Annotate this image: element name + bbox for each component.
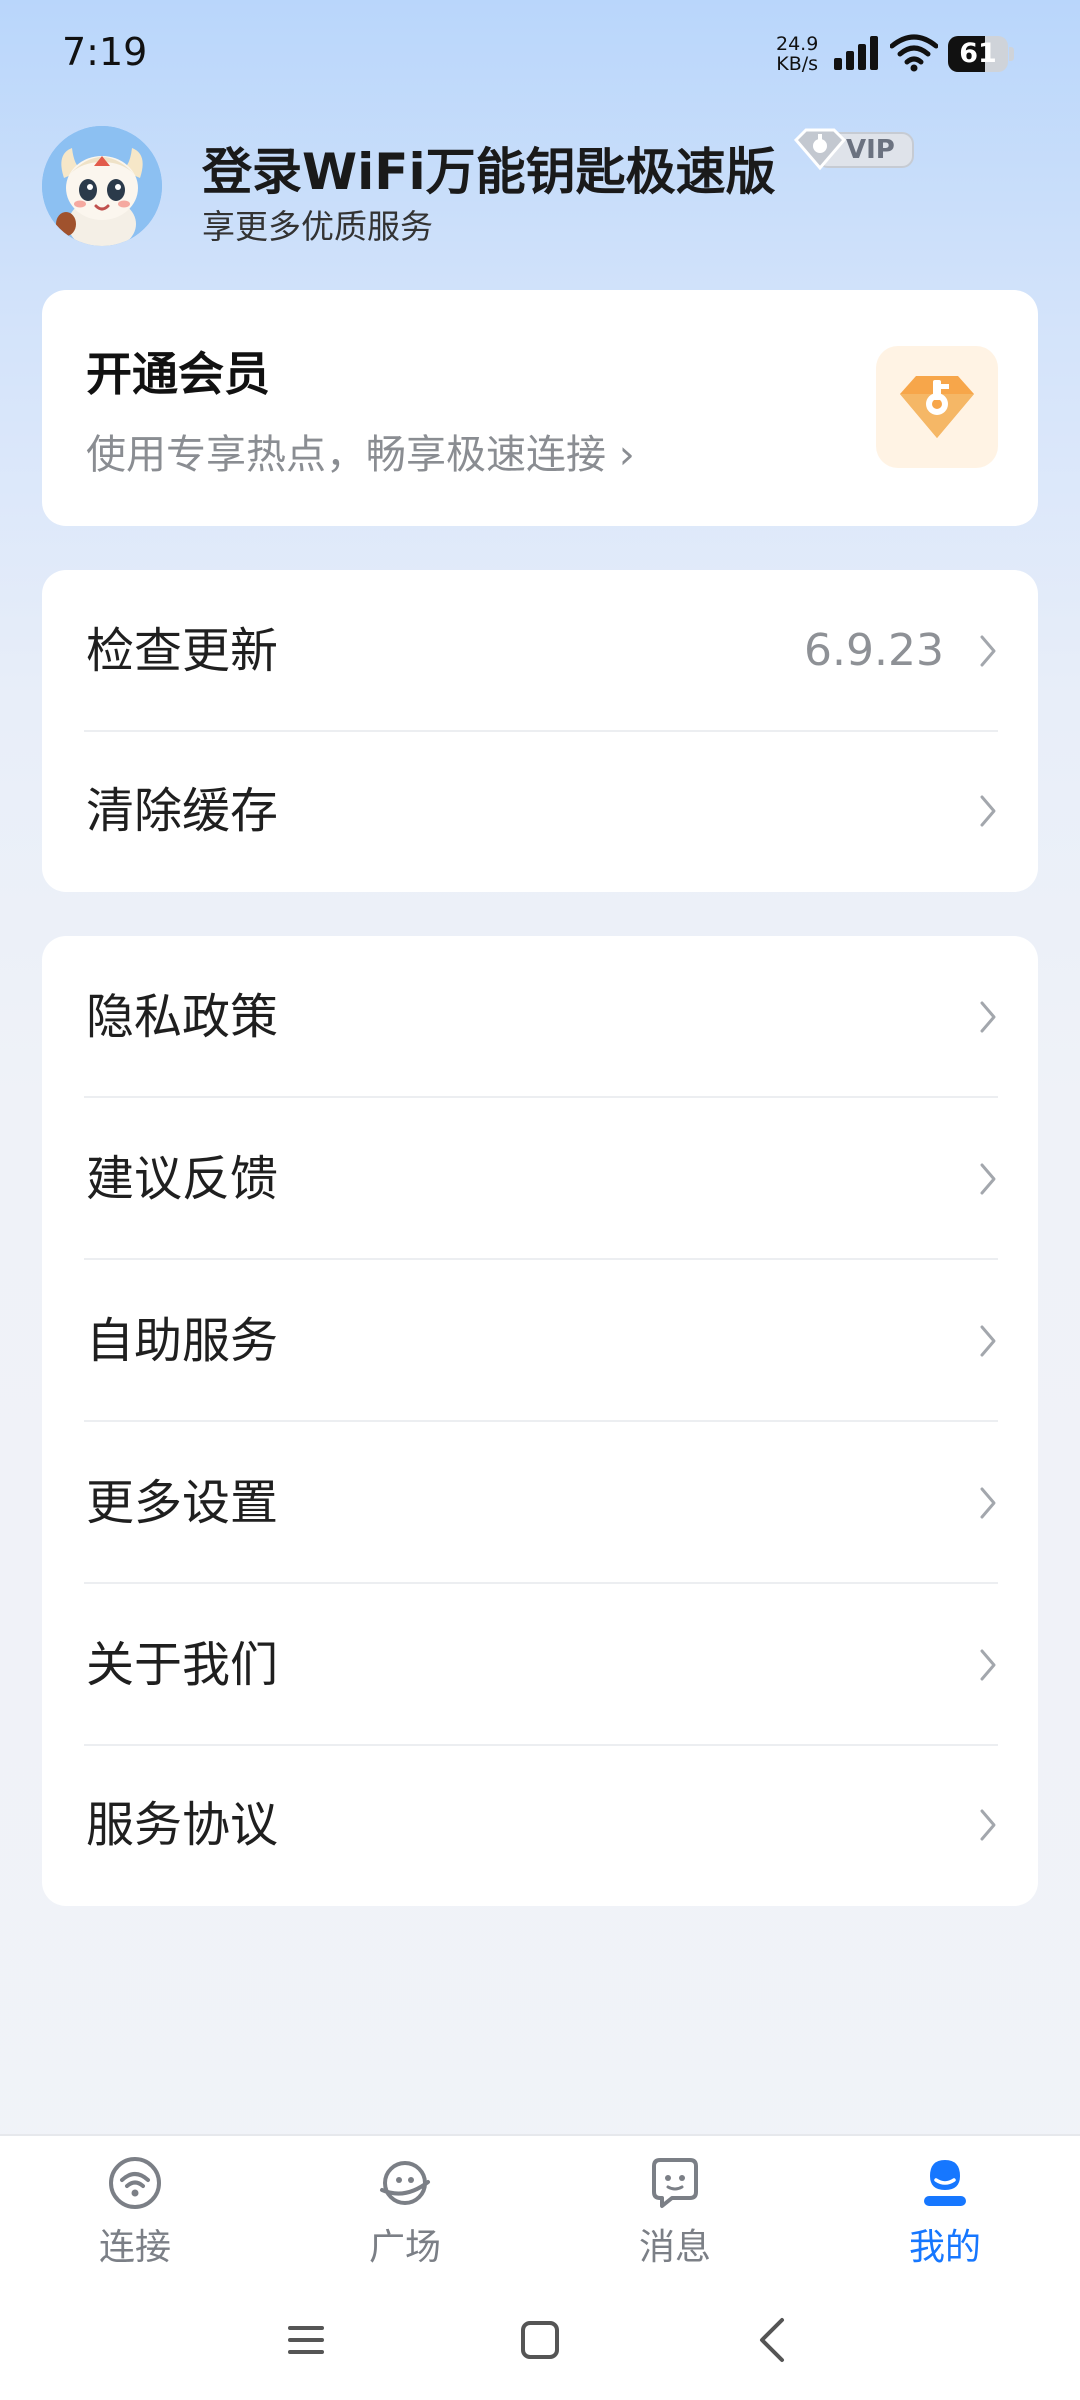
chevron-right-icon xyxy=(980,1001,996,1033)
wifi-status-icon xyxy=(890,34,938,72)
battery-indicator: 61 xyxy=(948,36,1014,72)
about-us-row[interactable]: 关于我们 xyxy=(42,1584,1038,1746)
home-icon[interactable] xyxy=(512,2312,568,2368)
tab-connect-label: 连接 xyxy=(98,2227,171,2268)
service-agreement-row[interactable]: 服务协议 xyxy=(42,1744,1038,1906)
chevron-right-icon xyxy=(980,1809,996,1841)
service-agreement-label: 服务协议 xyxy=(86,1797,279,1853)
tab-connect[interactable]: 连接 xyxy=(0,2146,270,2276)
bottom-tab-bar: 连接 广场 消息 我的 xyxy=(0,2134,1080,2276)
avatar[interactable] xyxy=(42,126,162,246)
network-speed-value: 24.9 xyxy=(776,33,819,55)
privacy-policy-row[interactable]: 隐私政策 xyxy=(42,936,1038,1098)
settings-group-1: 检查更新 6.9.23 清除缓存 xyxy=(42,570,1038,892)
chevron-right-icon xyxy=(980,1163,996,1195)
clear-cache-row[interactable]: 清除缓存 xyxy=(42,730,1038,892)
membership-title: 开通会员 xyxy=(86,347,270,401)
profile-header[interactable]: 登录WiFi万能钥匙极速版 VIP 享更多优质服务 xyxy=(0,120,1080,250)
membership-card[interactable]: 开通会员 使用专享热点，畅享极速连接 › xyxy=(42,290,1038,526)
self-service-label: 自助服务 xyxy=(86,1313,279,1369)
feedback-label: 建议反馈 xyxy=(86,1151,279,1207)
status-bar: 7:19 24.9 KB/s 61 xyxy=(0,0,1080,104)
system-navigation-bar xyxy=(0,2276,1080,2400)
profile-icon xyxy=(924,2160,966,2206)
diamond-key-icon xyxy=(793,128,847,171)
check-update-label: 检查更新 xyxy=(86,623,279,679)
message-icon xyxy=(652,2158,698,2208)
tab-mine-label: 我的 xyxy=(908,2227,981,2268)
login-title[interactable]: 登录WiFi万能钥匙极速版 xyxy=(202,132,776,204)
chevron-right-icon xyxy=(980,635,996,667)
battery-level: 61 xyxy=(959,38,997,69)
more-settings-label: 更多设置 xyxy=(86,1475,279,1531)
network-speed-unit: KB/s xyxy=(776,53,819,75)
self-service-row[interactable]: 自助服务 xyxy=(42,1260,1038,1422)
chevron-right-icon xyxy=(980,795,996,827)
clear-cache-label: 清除缓存 xyxy=(86,783,279,839)
tab-messages[interactable]: 消息 xyxy=(540,2146,810,2276)
plaza-icon xyxy=(380,2161,430,2205)
chevron-right-icon xyxy=(980,1325,996,1357)
membership-description[interactable]: 使用专享热点，畅享极速连接 › xyxy=(86,422,635,480)
check-update-row[interactable]: 检查更新 6.9.23 xyxy=(42,570,1038,732)
app-version-value: 6.9.23 xyxy=(804,625,944,676)
network-speed: 24.9 KB/s xyxy=(776,34,818,74)
chevron-right-icon xyxy=(980,1649,996,1681)
membership-diamond-icon xyxy=(900,376,974,438)
privacy-policy-label: 隐私政策 xyxy=(86,989,279,1045)
dragon-mascot-avatar-icon xyxy=(42,126,162,246)
feedback-row[interactable]: 建议反馈 xyxy=(42,1098,1038,1260)
back-icon[interactable] xyxy=(746,2312,802,2368)
wifi-connect-icon xyxy=(109,2157,161,2209)
login-subtitle: 享更多优质服务 xyxy=(202,207,433,246)
settings-group-2: 隐私政策 建议反馈 自助服务 更多设置 关于我们 服务协议 xyxy=(42,936,1038,1906)
about-us-label: 关于我们 xyxy=(86,1637,279,1693)
chevron-right-icon xyxy=(980,1487,996,1519)
tab-messages-label: 消息 xyxy=(638,2227,711,2268)
tab-plaza[interactable]: 广场 xyxy=(270,2146,540,2276)
membership-icon-tile xyxy=(876,346,998,468)
tab-plaza-label: 广场 xyxy=(368,2227,441,2268)
menu-icon[interactable] xyxy=(278,2312,334,2368)
vip-badge[interactable]: VIP xyxy=(790,126,916,172)
tab-mine[interactable]: 我的 xyxy=(810,2146,1080,2276)
status-time: 7:19 xyxy=(62,30,148,74)
more-settings-row[interactable]: 更多设置 xyxy=(42,1422,1038,1584)
cellular-signal-icon xyxy=(834,36,878,70)
vip-label: VIP xyxy=(846,135,895,165)
